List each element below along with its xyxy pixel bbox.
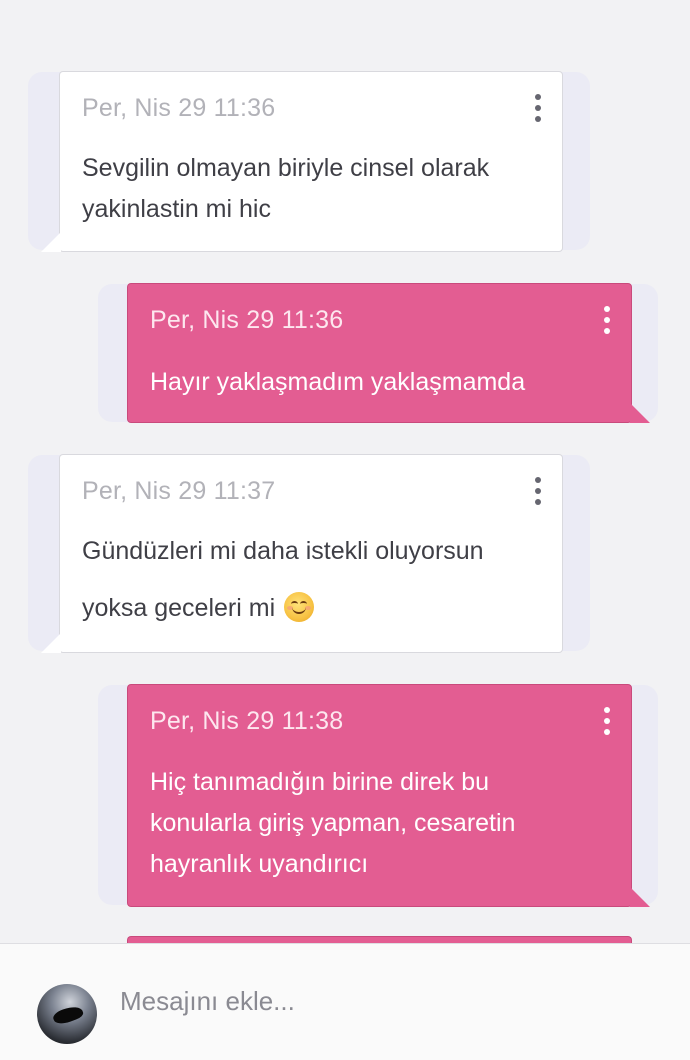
message-timestamp: Per, Nis 29 11:36 [82, 94, 276, 122]
chat-thread: Per, Nis 29 11:36 Sevgilin olmayan biriy… [0, 0, 690, 943]
message-timestamp: Per, Nis 29 11:37 [82, 477, 276, 505]
more-options-icon[interactable] [532, 94, 544, 122]
bubble-tail [41, 232, 61, 252]
message-text: Hiç tanımadığın birine direk bu konularl… [150, 768, 516, 878]
smiling-face-icon [284, 592, 315, 622]
more-options-icon[interactable] [532, 477, 544, 505]
message-text: Sevgilin olmayan biriyle cinsel olarak y… [82, 154, 490, 223]
message-text: Hayır yaklaşmadım yaklaşmamda [150, 368, 526, 396]
bubble-tail [630, 403, 650, 423]
message-text: Gündüzleri mi daha istekli oluyorsun yok… [82, 537, 484, 622]
message-bubble-outgoing[interactable]: Per, Nis 29 11:36 Hayır yaklaşmadım yakl… [127, 283, 650, 423]
message-bubble-outgoing[interactable]: Per, Nis 29 11:38 Hiç tanımadığın birine… [127, 684, 650, 907]
message-bubble-incoming[interactable]: Per, Nis 29 11:37 Gündüzleri mi daha ist… [41, 454, 563, 653]
user-avatar[interactable] [37, 984, 97, 1044]
more-options-icon[interactable] [601, 707, 613, 735]
message-timestamp: Per, Nis 29 11:38 [150, 707, 344, 735]
bubble-tail [41, 633, 61, 653]
message-bubble-outgoing[interactable] [127, 936, 632, 943]
message-input[interactable] [120, 975, 660, 1027]
message-bubble-incoming[interactable]: Per, Nis 29 11:36 Sevgilin olmayan biriy… [41, 71, 563, 252]
more-options-icon[interactable] [601, 306, 613, 334]
message-timestamp: Per, Nis 29 11:36 [150, 306, 344, 334]
bubble-tail [630, 887, 650, 907]
